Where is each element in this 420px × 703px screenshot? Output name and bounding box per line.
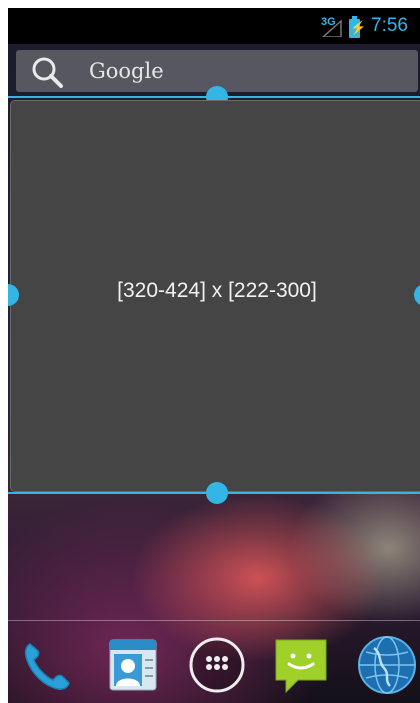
search-icon <box>32 57 63 88</box>
google-label: Google <box>89 59 164 83</box>
dock-divider <box>8 620 420 621</box>
signal-icon <box>321 19 342 37</box>
dock-browser[interactable] <box>354 636 416 694</box>
apps-grid-icon <box>189 637 245 693</box>
phone-icon <box>24 643 70 690</box>
battery-icon: ⚡ <box>349 16 366 38</box>
resize-handle-bottom[interactable] <box>206 482 228 504</box>
dock-contacts[interactable] <box>104 636 162 694</box>
widget-dimension-label: [320-424] x [222-300] <box>117 279 317 302</box>
status-bar: 3G ⚡ 7:56 <box>8 8 420 44</box>
globe-icon <box>358 636 416 694</box>
dock-messaging[interactable] <box>272 636 330 694</box>
dock-all-apps[interactable] <box>188 636 246 694</box>
message-icon <box>275 639 327 694</box>
dock-phone[interactable] <box>18 636 76 694</box>
clock: 7:56 <box>371 15 408 36</box>
contacts-icon <box>109 639 157 691</box>
home-screen: 3G ⚡ 7:56 Google [320-424] x [222-300] <box>8 8 420 703</box>
resizable-widget[interactable]: [320-424] x [222-300] <box>10 100 420 492</box>
